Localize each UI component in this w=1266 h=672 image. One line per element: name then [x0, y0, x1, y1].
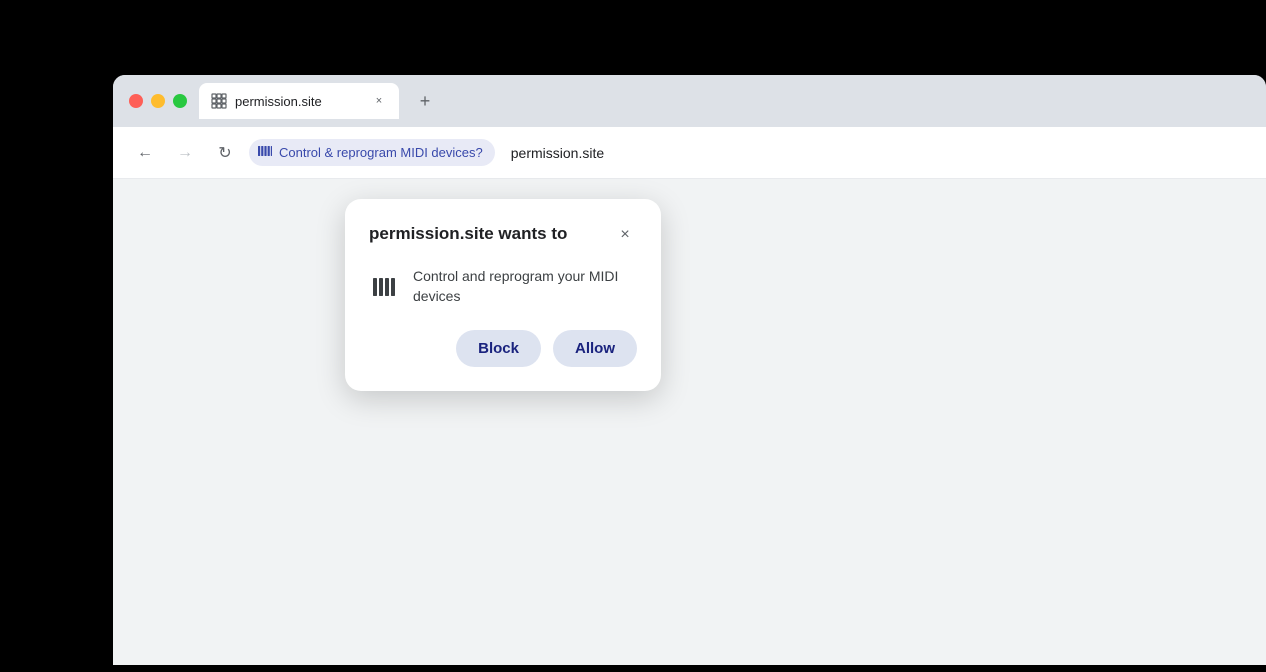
close-traffic-light[interactable] [129, 94, 143, 108]
permission-chip[interactable]: Control & reprogram MIDI devices? [249, 139, 495, 166]
permission-chip-text: Control & reprogram MIDI devices? [279, 145, 483, 160]
allow-button[interactable]: Allow [553, 330, 637, 367]
dialog-buttons: Block Allow [369, 330, 637, 367]
forward-button[interactable]: → [169, 137, 201, 169]
nav-bar: ← → ↻ Control & reprogram MIDI devices? … [113, 127, 1266, 179]
page-content: permission.site wants to × Control and r… [113, 179, 1266, 665]
midi-chip-icon [257, 143, 273, 162]
minimize-traffic-light[interactable] [151, 94, 165, 108]
dialog-close-button[interactable]: × [613, 223, 637, 247]
tab-favicon-icon [211, 93, 227, 109]
midi-permission-icon [369, 271, 401, 303]
browser-window: permission.site × + ← → ↻ Control & repr… [113, 75, 1266, 665]
address-bar[interactable]: permission.site [503, 145, 612, 161]
dialog-permission-row: Control and reprogram your MIDI devices [369, 267, 637, 306]
block-button[interactable]: Block [456, 330, 541, 367]
title-bar: permission.site × + [113, 75, 1266, 127]
permission-description: Control and reprogram your MIDI devices [413, 267, 637, 306]
back-button[interactable]: ← [129, 137, 161, 169]
maximize-traffic-light[interactable] [173, 94, 187, 108]
permission-dialog: permission.site wants to × Control and r… [345, 199, 661, 391]
refresh-button[interactable]: ↻ [209, 137, 241, 169]
tab-title: permission.site [235, 94, 363, 109]
new-tab-button[interactable]: + [411, 87, 439, 115]
dialog-title: permission.site wants to [369, 223, 567, 245]
dialog-header: permission.site wants to × [369, 223, 637, 247]
browser-tab[interactable]: permission.site × [199, 83, 399, 119]
traffic-lights [129, 94, 187, 108]
tab-close-button[interactable]: × [371, 93, 387, 109]
